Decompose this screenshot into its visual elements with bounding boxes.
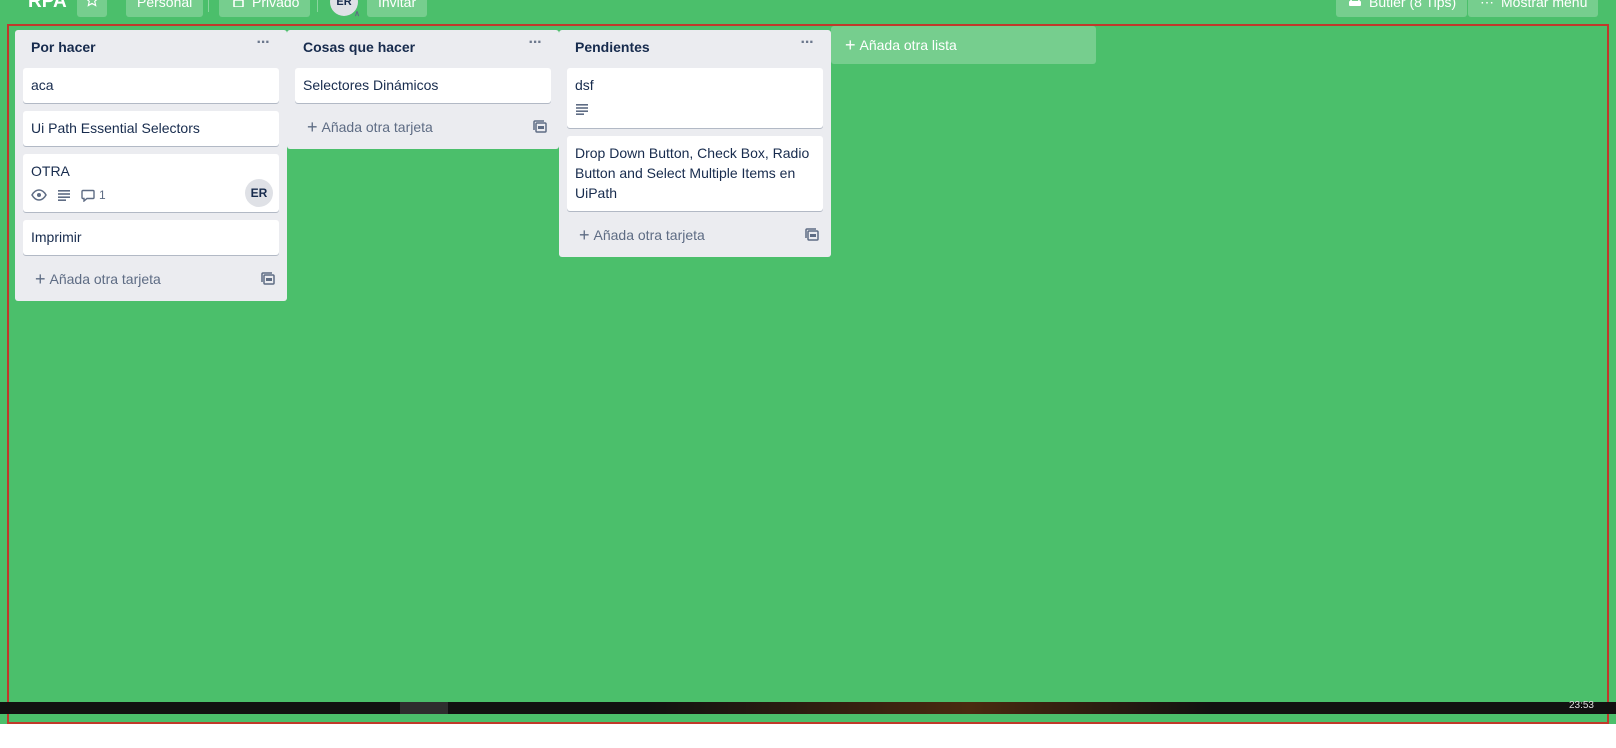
card[interactable]: Ui Path Essential Selectors: [23, 111, 279, 146]
butler-icon: [1347, 0, 1363, 17]
add-card-button[interactable]: + Añada otra tarjeta: [295, 111, 551, 149]
card[interactable]: Imprimir: [23, 220, 279, 255]
add-card-label: Añada otra tarjeta: [321, 119, 433, 135]
plus-icon: +: [579, 225, 590, 245]
card[interactable]: Drop Down Button, Check Box, Radio Butto…: [567, 136, 823, 211]
team-visibility-label: Personal: [137, 0, 193, 10]
card-title: OTRA: [31, 163, 70, 179]
plus-icon: +: [307, 117, 318, 137]
card-template-icon[interactable]: [805, 228, 819, 245]
list-cosas-que-hacer[interactable]: Cosas que hacer ··· Selectores Dinámicos…: [287, 30, 559, 149]
card-template-icon[interactable]: [533, 120, 547, 137]
plus-icon: +: [845, 35, 856, 55]
list-pendientes[interactable]: Pendientes ··· dsf Drop Down Button, Che…: [559, 30, 831, 257]
card-template-icon[interactable]: [261, 272, 275, 289]
description-icon: [575, 103, 589, 115]
show-menu-label: Mostrar menú: [1501, 0, 1588, 10]
admin-chevron-icon: ∧: [354, 9, 360, 18]
more-horizontal-icon: ···: [256, 34, 271, 51]
card-member-initials: ER: [250, 186, 268, 200]
list-por-hacer[interactable]: Por hacer ··· aca Ui Path Essential Sele…: [15, 30, 287, 301]
add-card-button[interactable]: + Añada otra tarjeta: [567, 219, 823, 257]
board-canvas: Por hacer ··· aca Ui Path Essential Sele…: [7, 24, 1609, 724]
list-header[interactable]: Pendientes ···: [567, 30, 823, 68]
add-card-label: Añada otra tarjeta: [593, 227, 705, 243]
comment-badge: 1: [81, 185, 106, 205]
member-initials: ER: [336, 0, 352, 8]
list-title[interactable]: Cosas que hacer: [303, 39, 415, 55]
butler-label: Butler (8 Tips): [1369, 0, 1457, 10]
list-menu-button[interactable]: ···: [523, 34, 547, 56]
bottom-strip: [0, 724, 1616, 748]
privacy-button[interactable]: Privado: [219, 0, 311, 17]
card-title: Ui Path Essential Selectors: [31, 120, 200, 136]
taskbar: 23:53: [0, 700, 1616, 714]
member-avatar[interactable]: ER ∧: [330, 0, 360, 18]
taskbar-app-button[interactable]: [400, 702, 448, 714]
list-menu-button[interactable]: ···: [251, 34, 275, 56]
card-title: Drop Down Button, Check Box, Radio Butto…: [575, 145, 810, 201]
butler-button[interactable]: Butler (8 Tips): [1336, 0, 1468, 17]
star-icon: [85, 0, 99, 10]
team-visibility-button[interactable]: Personal: [126, 0, 204, 17]
description-icon: [57, 189, 71, 201]
header-divider: [317, 0, 318, 12]
card[interactable]: OTRA 1 ER: [23, 154, 279, 212]
card-badges: [575, 98, 815, 120]
comment-count: 1: [99, 188, 106, 202]
list-header[interactable]: Cosas que hacer ···: [295, 30, 551, 68]
card-title: dsf: [575, 77, 594, 93]
add-list-button[interactable]: + Añada otra lista: [831, 26, 1096, 64]
card-badges: 1: [31, 184, 271, 206]
card-title: aca: [31, 77, 54, 93]
taskbar-clock[interactable]: 23:53: [1569, 700, 1594, 711]
comment-icon: [81, 189, 95, 202]
header-divider: [208, 0, 209, 12]
card-member-avatar[interactable]: ER: [245, 179, 273, 207]
add-card-button[interactable]: + Añada otra tarjeta: [23, 263, 279, 301]
add-card-label: Añada otra tarjeta: [49, 271, 161, 287]
eye-icon: [31, 189, 47, 201]
more-horizontal-icon: ···: [800, 34, 815, 51]
star-button[interactable]: [77, 0, 107, 17]
more-horizontal-icon: ⋯: [1480, 0, 1494, 10]
card-title: Selectores Dinámicos: [303, 77, 439, 93]
plus-icon: +: [35, 269, 46, 289]
list-menu-button[interactable]: ···: [795, 34, 819, 56]
add-list-label: Añada otra lista: [859, 37, 957, 53]
card[interactable]: Selectores Dinámicos: [295, 68, 551, 103]
card-title: Imprimir: [31, 229, 82, 245]
lock-icon: [230, 0, 246, 17]
list-header[interactable]: Por hacer ···: [23, 30, 279, 68]
card[interactable]: aca: [23, 68, 279, 103]
board-name[interactable]: RPA: [28, 0, 67, 13]
invite-button[interactable]: Invitar: [367, 0, 428, 17]
more-horizontal-icon: ···: [528, 34, 543, 51]
card[interactable]: dsf: [567, 68, 823, 128]
privacy-label: Privado: [252, 0, 300, 10]
board-header: RPA Personal Privado ER ∧ Invitar Butler…: [0, 0, 1616, 26]
show-menu-button[interactable]: ⋯ Mostrar menú: [1468, 0, 1599, 17]
list-title[interactable]: Por hacer: [31, 39, 96, 55]
invite-label: Invitar: [378, 0, 417, 10]
list-title[interactable]: Pendientes: [575, 39, 650, 55]
